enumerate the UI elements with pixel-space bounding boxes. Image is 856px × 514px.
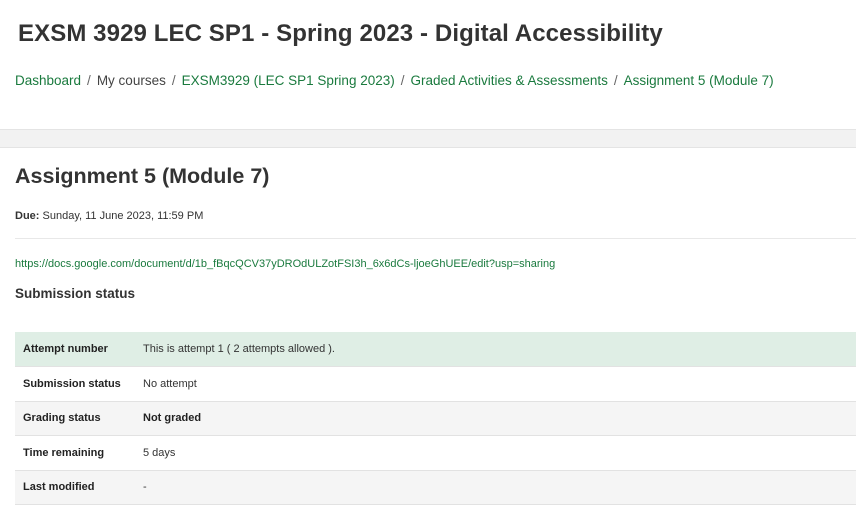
row-label: Submission status <box>15 366 135 401</box>
table-row: Submission status No attempt <box>15 366 856 401</box>
breadcrumb-graded-activities[interactable]: Graded Activities & Assessments <box>411 73 608 88</box>
row-value: This is attempt 1 ( 2 attempts allowed )… <box>135 332 856 367</box>
row-value: No attempt <box>135 366 856 401</box>
divider <box>15 238 856 239</box>
row-value: - <box>135 469 856 505</box>
breadcrumb-separator: / <box>400 73 405 88</box>
assignment-card: Assignment 5 (Module 7) Due: Sunday, 11 … <box>0 147 856 514</box>
due-value: Sunday, 11 June 2023, 11:59 PM <box>42 210 204 222</box>
table-row: Grading status Not graded <box>15 400 856 436</box>
google-doc-link[interactable]: https://docs.google.com/document/d/1b_fB… <box>15 258 555 270</box>
row-label: Last modified <box>15 469 135 505</box>
row-label: Grading status <box>15 400 135 436</box>
row-label: Attempt number <box>15 332 135 367</box>
course-title: EXSM 3929 LEC SP1 - Spring 2023 - Digita… <box>18 20 663 47</box>
breadcrumb-my-courses: My courses <box>96 73 166 88</box>
submission-status-table: Attempt number This is attempt 1 ( 2 att… <box>15 332 856 505</box>
breadcrumb-separator: / <box>171 73 176 88</box>
due-date: Due: Sunday, 11 June 2023, 11:59 PM <box>15 210 203 222</box>
row-value: Not graded <box>135 400 856 436</box>
breadcrumb: Dashboard / My courses / EXSM3929 (LEC S… <box>15 73 774 88</box>
course-header: EXSM 3929 LEC SP1 - Spring 2023 - Digita… <box>0 0 856 130</box>
breadcrumb-course[interactable]: EXSM3929 (LEC SP1 Spring 2023) <box>182 73 395 88</box>
page-title: Assignment 5 (Module 7) <box>15 164 270 188</box>
table-row: Attempt number This is attempt 1 ( 2 att… <box>15 332 856 367</box>
breadcrumb-dashboard[interactable]: Dashboard <box>15 73 81 88</box>
breadcrumb-separator: / <box>87 73 91 88</box>
row-label: Time remaining <box>15 435 135 470</box>
submission-status-heading: Submission status <box>15 286 136 301</box>
table-row: Last modified - <box>15 469 856 505</box>
breadcrumb-assignment[interactable]: Assignment 5 (Module 7) <box>624 73 774 88</box>
table-row: Time remaining 5 days <box>15 435 856 470</box>
due-label: Due: <box>15 210 40 222</box>
breadcrumb-separator: / <box>613 73 618 88</box>
row-value: 5 days <box>135 435 856 470</box>
